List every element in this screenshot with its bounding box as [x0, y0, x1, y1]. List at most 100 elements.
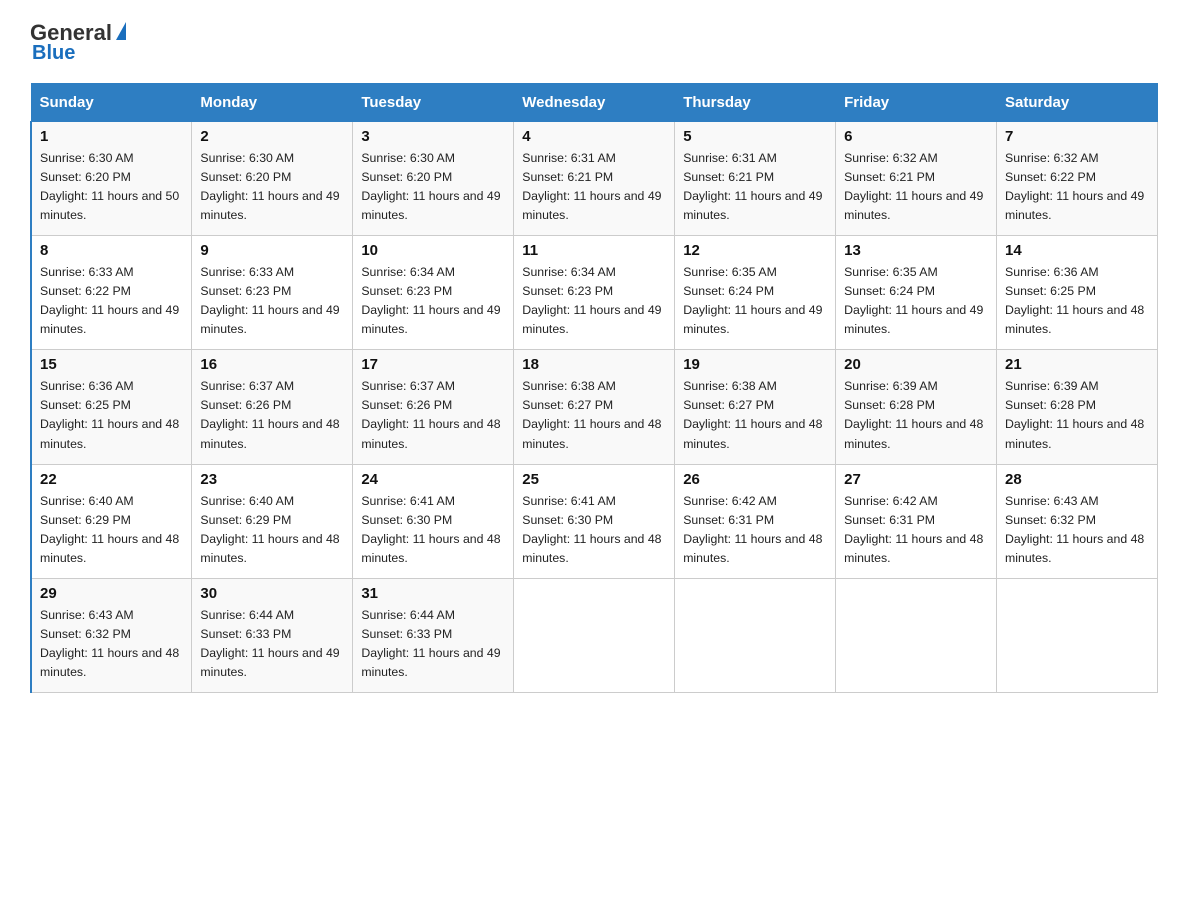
calendar-cell [836, 578, 997, 692]
calendar-cell: 29 Sunrise: 6:43 AMSunset: 6:32 PMDayligh… [31, 578, 192, 692]
day-info: Sunrise: 6:31 AMSunset: 6:21 PMDaylight:… [522, 149, 666, 225]
calendar-cell: 26Sunrise: 6:42 AMSunset: 6:31 PMDayligh… [675, 464, 836, 578]
calendar-header-wednesday: Wednesday [514, 84, 675, 122]
calendar-week-4: 22 Sunrise: 6:40 AMSunset: 6:29 PMDayligh… [31, 464, 1158, 578]
day-number: 10 [361, 242, 505, 259]
day-info: Sunrise: 6:35 AMSunset: 6:24 PMDaylight:… [683, 263, 827, 339]
calendar-cell: 15 Sunrise: 6:36 AMSunset: 6:25 PMDayligh… [31, 350, 192, 464]
day-number: 21 [1005, 356, 1149, 373]
calendar-table: SundayMondayTuesdayWednesdayThursdayFrid… [30, 83, 1158, 693]
calendar-header-monday: Monday [192, 84, 353, 122]
day-number: 1 [40, 128, 183, 145]
day-number: 5 [683, 128, 827, 145]
calendar-header-saturday: Saturday [997, 84, 1158, 122]
calendar-header-thursday: Thursday [675, 84, 836, 122]
calendar-cell: 7Sunrise: 6:32 AMSunset: 6:22 PMDaylight… [997, 122, 1158, 236]
calendar-cell: 13 Sunrise: 6:35 AMSunset: 6:24 PMDayligh… [836, 236, 997, 350]
calendar-cell: 28 Sunrise: 6:43 AMSunset: 6:32 PMDayligh… [997, 464, 1158, 578]
calendar-cell: 11Sunrise: 6:34 AMSunset: 6:23 PMDayligh… [514, 236, 675, 350]
calendar-cell: 21 Sunrise: 6:39 AMSunset: 6:28 PMDayligh… [997, 350, 1158, 464]
day-info: Sunrise: 6:31 AMSunset: 6:21 PMDaylight:… [683, 149, 827, 225]
day-number: 30 [200, 585, 344, 602]
day-info: Sunrise: 6:38 AMSunset: 6:27 PMDaylight:… [522, 377, 666, 453]
calendar-cell: 6 Sunrise: 6:32 AMSunset: 6:21 PMDaylight… [836, 122, 997, 236]
calendar-cell: 5 Sunrise: 6:31 AMSunset: 6:21 PMDaylight… [675, 122, 836, 236]
day-number: 24 [361, 471, 505, 488]
calendar-week-1: 1 Sunrise: 6:30 AMSunset: 6:20 PMDaylight… [31, 122, 1158, 236]
calendar-cell: 23 Sunrise: 6:40 AMSunset: 6:29 PMDayligh… [192, 464, 353, 578]
day-info: Sunrise: 6:43 AMSunset: 6:32 PMDaylight:… [1005, 492, 1149, 568]
calendar-cell: 16 Sunrise: 6:37 AMSunset: 6:26 PMDayligh… [192, 350, 353, 464]
calendar-cell: 4 Sunrise: 6:31 AMSunset: 6:21 PMDaylight… [514, 122, 675, 236]
day-number: 4 [522, 128, 666, 145]
day-number: 7 [1005, 128, 1149, 145]
day-info: Sunrise: 6:40 AMSunset: 6:29 PMDaylight:… [200, 492, 344, 568]
calendar-header-friday: Friday [836, 84, 997, 122]
day-info: Sunrise: 6:39 AMSunset: 6:28 PMDaylight:… [844, 377, 988, 453]
day-info: Sunrise: 6:41 AMSunset: 6:30 PMDaylight:… [522, 492, 666, 568]
calendar-header-sunday: Sunday [31, 84, 192, 122]
day-info: Sunrise: 6:35 AMSunset: 6:24 PMDaylight:… [844, 263, 988, 339]
day-number: 16 [200, 356, 344, 373]
calendar-cell: 10 Sunrise: 6:34 AMSunset: 6:23 PMDayligh… [353, 236, 514, 350]
calendar-header-tuesday: Tuesday [353, 84, 514, 122]
logo-triangle-icon [116, 22, 126, 40]
calendar-cell [514, 578, 675, 692]
day-number: 14 [1005, 242, 1149, 259]
calendar-cell: 24 Sunrise: 6:41 AMSunset: 6:30 PMDayligh… [353, 464, 514, 578]
calendar-cell: 17Sunrise: 6:37 AMSunset: 6:26 PMDayligh… [353, 350, 514, 464]
page-header: General Blue [30, 20, 1158, 65]
logo: General Blue [30, 20, 126, 65]
day-info: Sunrise: 6:37 AMSunset: 6:26 PMDaylight:… [361, 377, 505, 453]
day-info: Sunrise: 6:30 AMSunset: 6:20 PMDaylight:… [361, 149, 505, 225]
day-number: 6 [844, 128, 988, 145]
calendar-cell: 14 Sunrise: 6:36 AMSunset: 6:25 PMDayligh… [997, 236, 1158, 350]
calendar-week-2: 8Sunrise: 6:33 AMSunset: 6:22 PMDaylight… [31, 236, 1158, 350]
calendar-cell [675, 578, 836, 692]
calendar-cell [997, 578, 1158, 692]
day-info: Sunrise: 6:36 AMSunset: 6:25 PMDaylight:… [40, 377, 183, 453]
day-number: 29 [40, 585, 183, 602]
day-info: Sunrise: 6:39 AMSunset: 6:28 PMDaylight:… [1005, 377, 1149, 453]
day-number: 20 [844, 356, 988, 373]
day-number: 27 [844, 471, 988, 488]
calendar-cell: 18 Sunrise: 6:38 AMSunset: 6:27 PMDayligh… [514, 350, 675, 464]
day-number: 11 [522, 242, 666, 259]
day-info: Sunrise: 6:36 AMSunset: 6:25 PMDaylight:… [1005, 263, 1149, 339]
day-info: Sunrise: 6:42 AMSunset: 6:31 PMDaylight:… [683, 492, 827, 568]
logo-blue: Blue [32, 42, 75, 65]
calendar-cell: 8Sunrise: 6:33 AMSunset: 6:22 PMDaylight… [31, 236, 192, 350]
day-info: Sunrise: 6:41 AMSunset: 6:30 PMDaylight:… [361, 492, 505, 568]
calendar-cell: 20 Sunrise: 6:39 AMSunset: 6:28 PMDayligh… [836, 350, 997, 464]
calendar-week-5: 29 Sunrise: 6:43 AMSunset: 6:32 PMDayligh… [31, 578, 1158, 692]
calendar-cell: 9Sunrise: 6:33 AMSunset: 6:23 PMDaylight… [192, 236, 353, 350]
day-info: Sunrise: 6:42 AMSunset: 6:31 PMDaylight:… [844, 492, 988, 568]
calendar-cell: 1Sunrise: 6:30 AMSunset: 6:20 PMDaylight… [31, 122, 192, 236]
calendar-cell: 3 Sunrise: 6:30 AMSunset: 6:20 PMDaylight… [353, 122, 514, 236]
day-number: 25 [522, 471, 666, 488]
calendar-cell: 25 Sunrise: 6:41 AMSunset: 6:30 PMDayligh… [514, 464, 675, 578]
day-number: 28 [1005, 471, 1149, 488]
calendar-cell: 30 Sunrise: 6:44 AMSunset: 6:33 PMDayligh… [192, 578, 353, 692]
calendar-cell: 12Sunrise: 6:35 AMSunset: 6:24 PMDayligh… [675, 236, 836, 350]
day-info: Sunrise: 6:44 AMSunset: 6:33 PMDaylight:… [361, 606, 505, 682]
day-number: 22 [40, 471, 183, 488]
calendar-cell: 31Sunrise: 6:44 AMSunset: 6:33 PMDayligh… [353, 578, 514, 692]
day-number: 13 [844, 242, 988, 259]
day-info: Sunrise: 6:32 AMSunset: 6:21 PMDaylight:… [844, 149, 988, 225]
day-info: Sunrise: 6:43 AMSunset: 6:32 PMDaylight:… [40, 606, 183, 682]
day-number: 18 [522, 356, 666, 373]
day-info: Sunrise: 6:33 AMSunset: 6:22 PMDaylight:… [40, 263, 183, 339]
day-number: 2 [200, 128, 344, 145]
calendar-cell: 2Sunrise: 6:30 AMSunset: 6:20 PMDaylight… [192, 122, 353, 236]
calendar-cell: 27 Sunrise: 6:42 AMSunset: 6:31 PMDayligh… [836, 464, 997, 578]
day-number: 19 [683, 356, 827, 373]
day-number: 15 [40, 356, 183, 373]
day-info: Sunrise: 6:44 AMSunset: 6:33 PMDaylight:… [200, 606, 344, 682]
day-info: Sunrise: 6:38 AMSunset: 6:27 PMDaylight:… [683, 377, 827, 453]
day-info: Sunrise: 6:34 AMSunset: 6:23 PMDaylight:… [361, 263, 505, 339]
day-number: 3 [361, 128, 505, 145]
calendar-cell: 22Sunrise: 6:40 AMSunset: 6:29 PMDayligh… [31, 464, 192, 578]
day-number: 23 [200, 471, 344, 488]
day-info: Sunrise: 6:37 AMSunset: 6:26 PMDaylight:… [200, 377, 344, 453]
